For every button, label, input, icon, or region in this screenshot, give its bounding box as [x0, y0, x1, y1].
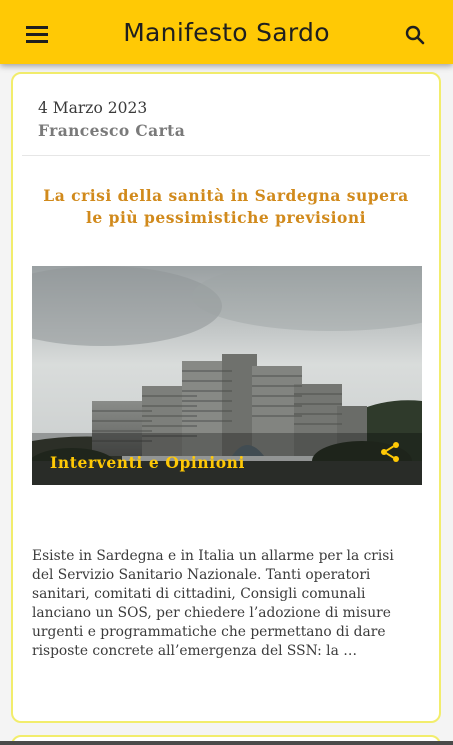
search-icon[interactable]: [398, 20, 432, 50]
app-bar: Manifesto Sardo: [0, 0, 453, 64]
article-excerpt: Esiste in Sardegna e in Italia un allarm…: [32, 548, 394, 659]
article-card[interactable]: 4 Marzo 2023 Francesco Carta La crisi de…: [11, 72, 441, 723]
article-image[interactable]: Interventi e Opinioni: [32, 266, 422, 485]
article-date: 4 Marzo 2023: [38, 99, 148, 117]
article-author: Francesco Carta: [38, 121, 186, 140]
menu-icon[interactable]: [20, 20, 54, 50]
bottom-edge: [0, 741, 453, 745]
article-title[interactable]: La crisi della sanità in Sardegna supera…: [33, 185, 419, 229]
divider: [22, 155, 430, 156]
share-icon[interactable]: [378, 440, 402, 464]
category-label[interactable]: Interventi e Opinioni: [50, 453, 245, 472]
app-screen: Manifesto Sardo 4 Marzo 2023 Francesco C…: [0, 0, 453, 745]
app-title: Manifesto Sardo: [123, 18, 330, 47]
